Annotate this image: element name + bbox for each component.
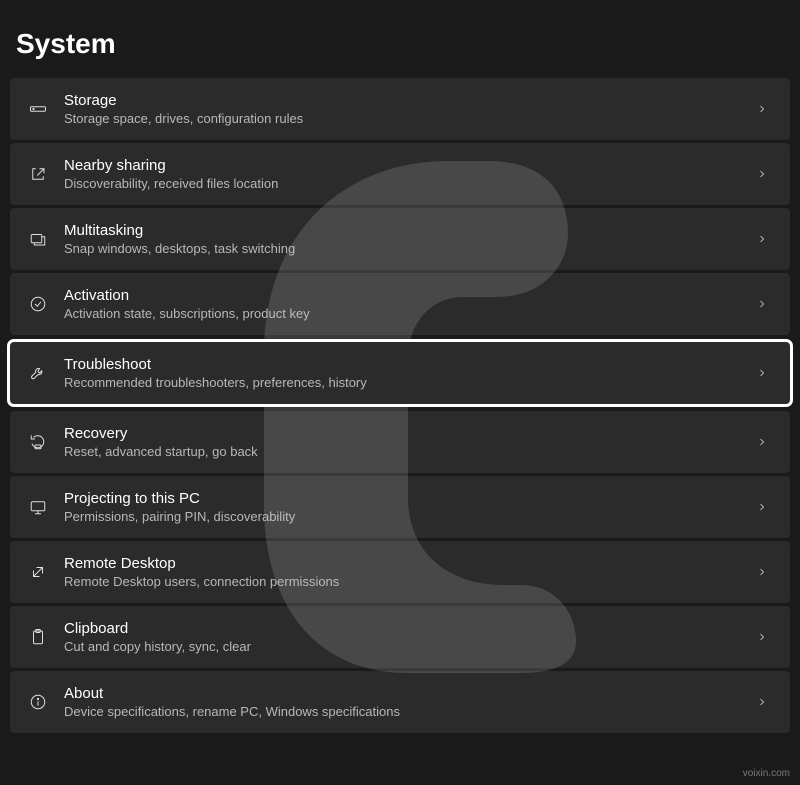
item-title: Remote Desktop <box>64 555 750 572</box>
recovery-icon <box>20 433 56 451</box>
share-icon <box>20 165 56 183</box>
chevron-right-icon <box>750 436 774 448</box>
item-subtitle: Recommended troubleshooters, preferences… <box>64 375 750 390</box>
check-circle-icon <box>20 295 56 313</box>
chevron-right-icon <box>750 233 774 245</box>
item-subtitle: Snap windows, desktops, task switching <box>64 241 750 256</box>
settings-item-recovery[interactable]: Recovery Reset, advanced startup, go bac… <box>10 411 790 473</box>
watermark-source: voixin.com <box>743 768 790 779</box>
item-title: Troubleshoot <box>64 356 750 373</box>
chevron-right-icon <box>750 168 774 180</box>
chevron-right-icon <box>750 298 774 310</box>
settings-item-storage[interactable]: Storage Storage space, drives, configura… <box>10 78 790 140</box>
settings-item-nearby-sharing[interactable]: Nearby sharing Discoverability, received… <box>10 143 790 205</box>
settings-item-multitasking[interactable]: Multitasking Snap windows, desktops, tas… <box>10 208 790 270</box>
settings-item-remote-desktop[interactable]: Remote Desktop Remote Desktop users, con… <box>10 541 790 603</box>
storage-icon <box>20 100 56 118</box>
item-subtitle: Device specifications, rename PC, Window… <box>64 704 750 719</box>
chevron-right-icon <box>750 367 774 379</box>
settings-item-about[interactable]: About Device specifications, rename PC, … <box>10 671 790 733</box>
page-title: System <box>0 0 800 78</box>
item-subtitle: Permissions, pairing PIN, discoverabilit… <box>64 509 750 524</box>
chevron-right-icon <box>750 103 774 115</box>
settings-item-clipboard[interactable]: Clipboard Cut and copy history, sync, cl… <box>10 606 790 668</box>
item-subtitle: Reset, advanced startup, go back <box>64 444 750 459</box>
item-subtitle: Cut and copy history, sync, clear <box>64 639 750 654</box>
item-title: Projecting to this PC <box>64 490 750 507</box>
multitask-icon <box>20 230 56 248</box>
info-icon <box>20 693 56 711</box>
item-title: Nearby sharing <box>64 157 750 174</box>
chevron-right-icon <box>750 631 774 643</box>
item-subtitle: Discoverability, received files location <box>64 176 750 191</box>
chevron-right-icon <box>750 566 774 578</box>
item-title: Multitasking <box>64 222 750 239</box>
wrench-icon <box>20 364 56 382</box>
project-icon <box>20 498 56 516</box>
chevron-right-icon <box>750 501 774 513</box>
item-subtitle: Storage space, drives, configuration rul… <box>64 111 750 126</box>
item-title: Activation <box>64 287 750 304</box>
clipboard-icon <box>20 628 56 646</box>
settings-list: Storage Storage space, drives, configura… <box>0 78 800 733</box>
item-subtitle: Activation state, subscriptions, product… <box>64 306 750 321</box>
remote-icon <box>20 563 56 581</box>
item-title: Storage <box>64 92 750 109</box>
item-title: About <box>64 685 750 702</box>
settings-item-projecting[interactable]: Projecting to this PC Permissions, pairi… <box>10 476 790 538</box>
settings-item-activation[interactable]: Activation Activation state, subscriptio… <box>10 273 790 335</box>
settings-item-troubleshoot[interactable]: Troubleshoot Recommended troubleshooters… <box>10 342 790 404</box>
item-subtitle: Remote Desktop users, connection permiss… <box>64 574 750 589</box>
item-title: Recovery <box>64 425 750 442</box>
chevron-right-icon <box>750 696 774 708</box>
item-title: Clipboard <box>64 620 750 637</box>
